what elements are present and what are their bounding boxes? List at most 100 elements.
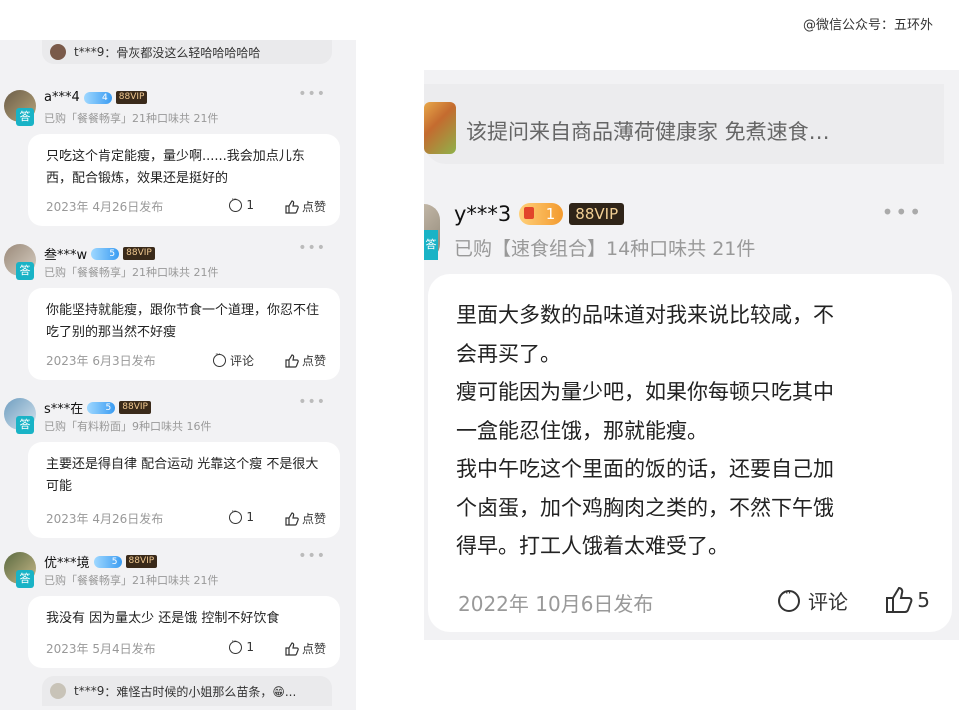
like-label: 点赞: [301, 354, 326, 368]
username[interactable]: a***4: [44, 90, 80, 105]
like-button[interactable]: 点赞: [285, 640, 326, 657]
review-line: 一盒能忍住饿，那就能瘦。: [456, 418, 708, 443]
comment-icon: [212, 350, 226, 367]
answer-badge: 答: [16, 262, 34, 280]
purchase-info: 已购「餐餐畅享」21种口味共 21件: [44, 266, 219, 279]
review-item: 答 优***境 5 88VIP 已购「餐餐畅享」21种口味共 21件 ••• 我没有…: [0, 548, 356, 668]
like-button[interactable]: 点赞: [285, 198, 326, 215]
vip-badge: 88VIP: [115, 91, 148, 104]
vip-badge: 88VIP: [125, 555, 158, 568]
review-line: 会再买了。: [456, 341, 561, 366]
like-label: 点赞: [301, 642, 326, 656]
review-card: 只吃这个肯定能瘦，量少啊......我会加点儿东西，配合锻炼，效果还是挺好的 2…: [28, 134, 340, 226]
review-text: 主要还是得自律 配合运动 光靠这个瘦 不是很大可能: [46, 457, 319, 494]
purchase-info: 已购「餐餐畅享」21种口味共 21件: [44, 574, 219, 587]
review-date: 2022年 10月6日发布: [458, 592, 654, 616]
comment-button[interactable]: 评论: [778, 586, 848, 615]
review-card: 我没有 因为量太少 还是饿 控制不好饮食 2023年 5月4日发布 1 点赞: [28, 596, 340, 668]
review-date: 2023年 6月3日发布: [46, 354, 156, 368]
purchase-info: 已购「有料粉面」9种口味共 16件: [44, 420, 212, 433]
more-icon[interactable]: •••: [298, 240, 326, 256]
diamond-level-badge: 5: [87, 401, 116, 414]
review-card: 你能坚持就能瘦，跟你节食一个道理，你忍不住吃了别的那当然不好瘦 2023年 6月…: [28, 288, 340, 380]
right-review-panel: 该提问来自商品薄荷健康家 免煮速食… 答 y***3 1 88VIP ••• 已购【…: [424, 70, 959, 640]
answer-badge: 答: [16, 416, 34, 434]
review-line: 我中午吃这个里面的饭的话，还要自己加: [456, 457, 834, 481]
review-text: 你能坚持就能瘦，跟你节食一个道理，你忍不住吃了别的那当然不好瘦: [46, 303, 320, 340]
purchase-info: 已购「餐餐畅享」21种口味共 21件: [44, 112, 219, 125]
vip-badge: 88VIP: [569, 203, 625, 225]
review-item: 答 叁***w 5 88VIP 已购「餐餐畅享」21种口味共 21件 ••• 你能坚…: [0, 240, 356, 380]
review-text: 只吃这个肯定能瘦，量少啊......我会加点儿东西，配合锻炼，效果还是挺好的: [46, 149, 305, 186]
comment-button[interactable]: 评论: [212, 350, 254, 369]
purchase-info: 已购【速食组合】14种口味共 21件: [454, 238, 756, 260]
reply-preview[interactable]: t***9：难怪古时候的小姐那么苗条，😁...: [42, 676, 332, 706]
more-icon[interactable]: •••: [298, 548, 326, 564]
thumb-up-icon: [285, 199, 299, 214]
comment-icon: [229, 195, 243, 212]
review-card: 里面大多数的品味道对我来说比较咸，不 会再买了。 瘦可能因为量少吧，如果你每顿只…: [428, 274, 952, 632]
product-source-text: 该提问来自商品薄荷健康家 免煮速食…: [466, 120, 830, 144]
watermark: @微信公众号：五环外: [802, 18, 933, 33]
like-label: 点赞: [301, 200, 326, 214]
reply-text: 骨灰都没这么轻哈哈哈哈哈: [116, 45, 261, 60]
review-item: 答 a***4 4 88VIP 已购「餐餐畅享」21种口味共 21件 ••• 只吃这…: [0, 86, 356, 226]
like-button[interactable]: 点赞: [285, 352, 326, 369]
diamond-level-badge: 5: [91, 247, 120, 260]
like-count: 5: [917, 588, 930, 612]
comment-icon: [229, 507, 243, 524]
comment-button[interactable]: 1: [229, 637, 254, 654]
review-date: 2023年 5月4日发布: [46, 642, 156, 656]
review-card: 主要还是得自律 配合运动 光靠这个瘦 不是很大可能 2023年 4月26日发布 …: [28, 442, 340, 538]
thumb-up-icon: [285, 641, 299, 656]
comment-button[interactable]: 1: [229, 507, 254, 524]
answer-badge: 答: [424, 230, 438, 260]
review-line: 瘦可能因为量少吧，如果你每顿只吃其中: [456, 380, 834, 404]
reply-text: 难怪古时候的小姐那么苗条，😁...: [116, 684, 297, 699]
review-line: 里面大多数的品味道对我来说比较咸，不: [456, 303, 834, 327]
left-review-panel: t***9：骨灰都没这么轻哈哈哈哈哈 答 a***4 4 88VIP 已购「餐餐畅享…: [0, 40, 356, 710]
comment-label: 评论: [229, 354, 254, 368]
reply-preview[interactable]: t***9：骨灰都没这么轻哈哈哈哈哈: [42, 40, 332, 64]
username[interactable]: 叁***w: [44, 244, 87, 263]
review-item: 答 s***在 5 88VIP 已购「有料粉面」9种口味共 16件 ••• 主要还是…: [0, 394, 356, 538]
vip-badge: 88VIP: [123, 247, 155, 260]
thumb-up-icon: [886, 586, 913, 613]
avatar: [50, 683, 66, 699]
review-line: 得早。打工人饿着太难受了。: [456, 534, 729, 558]
comment-label: 1: [246, 510, 254, 524]
thumb-up-icon: [285, 353, 299, 368]
comment-label: 1: [246, 640, 254, 654]
more-icon[interactable]: •••: [298, 86, 326, 102]
comment-label: 评论: [808, 590, 848, 614]
like-button[interactable]: 点赞: [285, 510, 326, 527]
review-text: 我没有 因为量太少 还是饿 控制不好饮食: [46, 611, 280, 626]
review-text: 里面大多数的品味道对我来说比较咸，不 会再买了。 瘦可能因为量少吧，如果你每顿只…: [456, 296, 924, 566]
like-button[interactable]: 5: [885, 586, 930, 614]
answer-badge: 答: [16, 108, 34, 126]
review-date: 2023年 4月26日发布: [46, 200, 164, 214]
comment-label: 1: [246, 198, 254, 212]
review-item: 答 y***3 1 88VIP ••• 已购【速食组合】14种口味共 21件 里面大…: [424, 182, 959, 640]
reply-user: t***9: [74, 684, 105, 698]
comment-button[interactable]: 1: [229, 195, 254, 212]
comment-icon: [229, 637, 243, 654]
more-icon[interactable]: •••: [882, 200, 923, 224]
username[interactable]: s***在: [44, 398, 83, 417]
product-source-bar[interactable]: 该提问来自商品薄荷健康家 免煮速食…: [424, 84, 944, 164]
product-thumbnail[interactable]: [424, 102, 456, 154]
more-icon[interactable]: •••: [298, 394, 326, 410]
answer-badge: 答: [16, 570, 34, 588]
vip-badge: 88VIP: [119, 401, 151, 414]
diamond-level-badge: 5: [93, 555, 122, 568]
avatar: [50, 44, 66, 60]
username[interactable]: 优***境: [44, 552, 90, 571]
level-badge: 1: [519, 203, 564, 225]
like-label: 点赞: [301, 512, 326, 526]
username[interactable]: y***3: [454, 202, 511, 226]
thumb-up-icon: [285, 511, 299, 526]
diamond-level-badge: 4: [83, 91, 112, 104]
review-date: 2023年 4月26日发布: [46, 512, 164, 526]
reply-user: t***9: [74, 45, 105, 59]
comment-icon: [778, 586, 800, 612]
